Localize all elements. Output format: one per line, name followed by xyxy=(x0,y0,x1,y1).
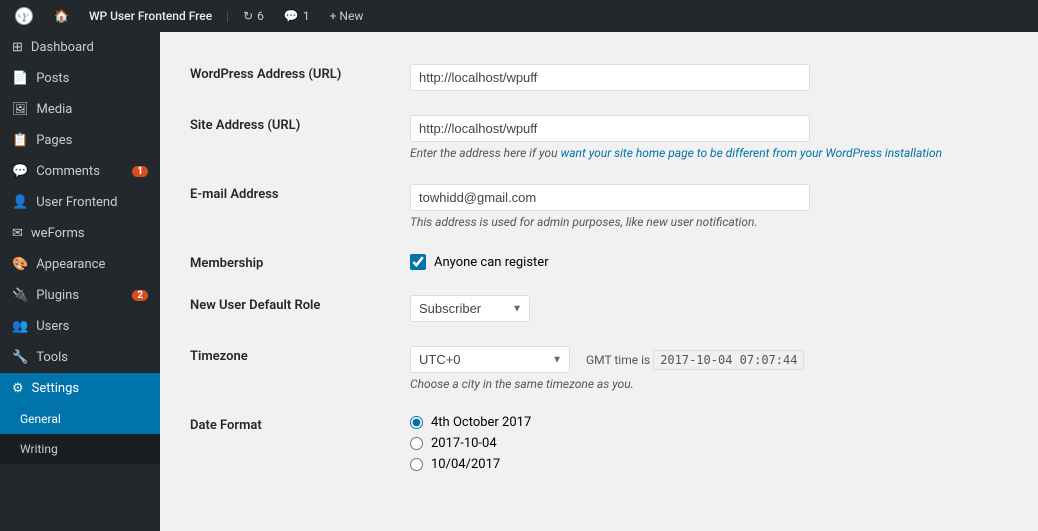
gmt-datetime: 2017-10-04 07:07:44 xyxy=(653,350,804,370)
sidebar-item-tools[interactable]: 🔧 Tools xyxy=(0,342,160,373)
plugins-icon: 🔌 xyxy=(12,288,28,303)
timezone-select[interactable]: UTC+0 xyxy=(410,346,570,373)
admin-bar: 🏠 WP User Frontend Free | ↻ 6 💬 1 + New xyxy=(0,0,1038,32)
sidebar-item-comments[interactable]: 💬 Comments 1 xyxy=(0,156,160,187)
wp-logo-button[interactable] xyxy=(8,0,40,32)
date-format-options: 4th October 2017 2017-10-04 10/04/2017 xyxy=(410,415,1008,472)
comments-nav-icon: 💬 xyxy=(12,164,28,179)
weforms-icon: ✉ xyxy=(12,226,23,241)
dashboard-icon: ⊞ xyxy=(12,40,23,55)
sidebar-item-media[interactable]: 🖼 Media xyxy=(0,94,160,125)
date-option-3-row: 10/04/2017 xyxy=(410,457,1008,472)
sidebar-item-plugins[interactable]: 🔌 Plugins 2 xyxy=(0,280,160,311)
submenu-general[interactable]: General xyxy=(0,404,160,434)
users-icon: 👥 xyxy=(12,319,28,334)
settings-arrow xyxy=(156,373,160,404)
settings-submenu: General Writing xyxy=(0,404,160,464)
date-option-1-label[interactable]: 4th October 2017 xyxy=(431,415,531,430)
date-option-1-row: 4th October 2017 xyxy=(410,415,1008,430)
sidebar-item-settings[interactable]: ⚙ Settings xyxy=(0,373,160,404)
anyone-can-register-text[interactable]: Anyone can register xyxy=(434,255,549,270)
sidebar-item-weforms[interactable]: ✉ weForms xyxy=(0,218,160,249)
updates-icon: ↻ xyxy=(243,9,253,23)
posts-icon: 📄 xyxy=(12,71,28,86)
sidebar-item-appearance[interactable]: 🎨 Appearance xyxy=(0,249,160,280)
submenu-writing[interactable]: Writing xyxy=(0,434,160,464)
email-address-label: E-mail Address xyxy=(180,172,400,241)
sidebar-item-user-frontend[interactable]: 👤 User Frontend xyxy=(0,187,160,218)
date-option-3-label[interactable]: 10/04/2017 xyxy=(431,457,500,472)
home-button[interactable]: 🏠 xyxy=(48,0,75,32)
settings-table: WordPress Address (URL) Site Address (UR… xyxy=(180,52,1018,484)
timezone-row: Timezone UTC+0 ▼ GMT time is xyxy=(180,334,1018,403)
new-user-role-row: New User Default Role Subscriber ▼ xyxy=(180,283,1018,334)
pages-icon: 📋 xyxy=(12,133,28,148)
anyone-can-register-checkbox[interactable] xyxy=(410,254,426,270)
gmt-info: GMT time is 2017-10-04 07:07:44 xyxy=(586,353,804,367)
comments-icon: 💬 xyxy=(284,9,299,23)
email-address-desc: This address is used for admin purposes,… xyxy=(410,215,1008,229)
plugins-badge: 2 xyxy=(132,290,148,301)
date-option-2-row: 2017-10-04 xyxy=(410,436,1008,451)
settings-form: WordPress Address (URL) Site Address (UR… xyxy=(160,32,1038,504)
sidebar-item-users[interactable]: 👥 Users xyxy=(0,311,160,342)
new-user-role-label: New User Default Role xyxy=(180,283,400,334)
email-address-row: E-mail Address This address is used for … xyxy=(180,172,1018,241)
updates-button[interactable]: ↻ 6 xyxy=(237,0,270,32)
sidebar-item-dashboard[interactable]: ⊞ Dashboard xyxy=(0,32,160,63)
user-frontend-icon: 👤 xyxy=(12,195,28,210)
appearance-icon: 🎨 xyxy=(12,257,28,272)
date-option-2-label[interactable]: 2017-10-04 xyxy=(431,436,497,451)
timezone-label: Timezone xyxy=(180,334,400,403)
new-user-role-select-wrap: Subscriber ▼ xyxy=(410,295,530,322)
sidebar-item-posts[interactable]: 📄 Posts xyxy=(0,63,160,94)
date-format-label: Date Format xyxy=(180,403,400,484)
comments-button[interactable]: 💬 1 xyxy=(278,0,316,32)
new-content-button[interactable]: + New xyxy=(324,0,370,32)
sidebar-item-pages[interactable]: 📋 Pages xyxy=(0,125,160,156)
site-address-link[interactable]: want your site home page to be different… xyxy=(560,146,942,160)
timezone-desc: Choose a city in the same timezone as yo… xyxy=(410,377,1008,391)
site-address-row: Site Address (URL) Enter the address her… xyxy=(180,103,1018,172)
timezone-controls: UTC+0 ▼ GMT time is 2017-10-04 07:07:44 xyxy=(410,346,1008,373)
site-address-label: Site Address (URL) xyxy=(180,103,400,172)
comments-badge: 1 xyxy=(132,166,148,177)
timezone-select-wrap: UTC+0 ▼ xyxy=(410,346,570,373)
date-format-row: Date Format 4th October 2017 2017-10-04 xyxy=(180,403,1018,484)
anyone-can-register-row: Anyone can register xyxy=(410,254,1008,270)
date-option-2-radio[interactable] xyxy=(410,437,423,450)
email-address-input[interactable] xyxy=(410,184,810,211)
wordpress-address-row: WordPress Address (URL) xyxy=(180,52,1018,103)
date-option-1-radio[interactable] xyxy=(410,416,423,429)
site-name[interactable]: WP User Frontend Free xyxy=(83,0,218,32)
site-address-input[interactable] xyxy=(410,115,810,142)
membership-label: Membership xyxy=(180,241,400,283)
main-content: WordPress Address (URL) Site Address (UR… xyxy=(160,32,1038,531)
wordpress-address-label: WordPress Address (URL) xyxy=(180,52,400,103)
media-icon: 🖼 xyxy=(12,102,29,117)
new-user-role-select[interactable]: Subscriber xyxy=(410,295,530,322)
home-icon: 🏠 xyxy=(54,9,69,23)
membership-row: Membership Anyone can register xyxy=(180,241,1018,283)
date-option-3-radio[interactable] xyxy=(410,458,423,471)
tools-icon: 🔧 xyxy=(12,350,28,365)
wordpress-address-input[interactable] xyxy=(410,64,810,91)
sidebar: ⊞ Dashboard 📄 Posts 🖼 Media 📋 Pages 💬 Co… xyxy=(0,32,160,531)
settings-icon: ⚙ xyxy=(12,381,24,396)
site-address-desc: Enter the address here if you want your … xyxy=(410,146,1008,160)
